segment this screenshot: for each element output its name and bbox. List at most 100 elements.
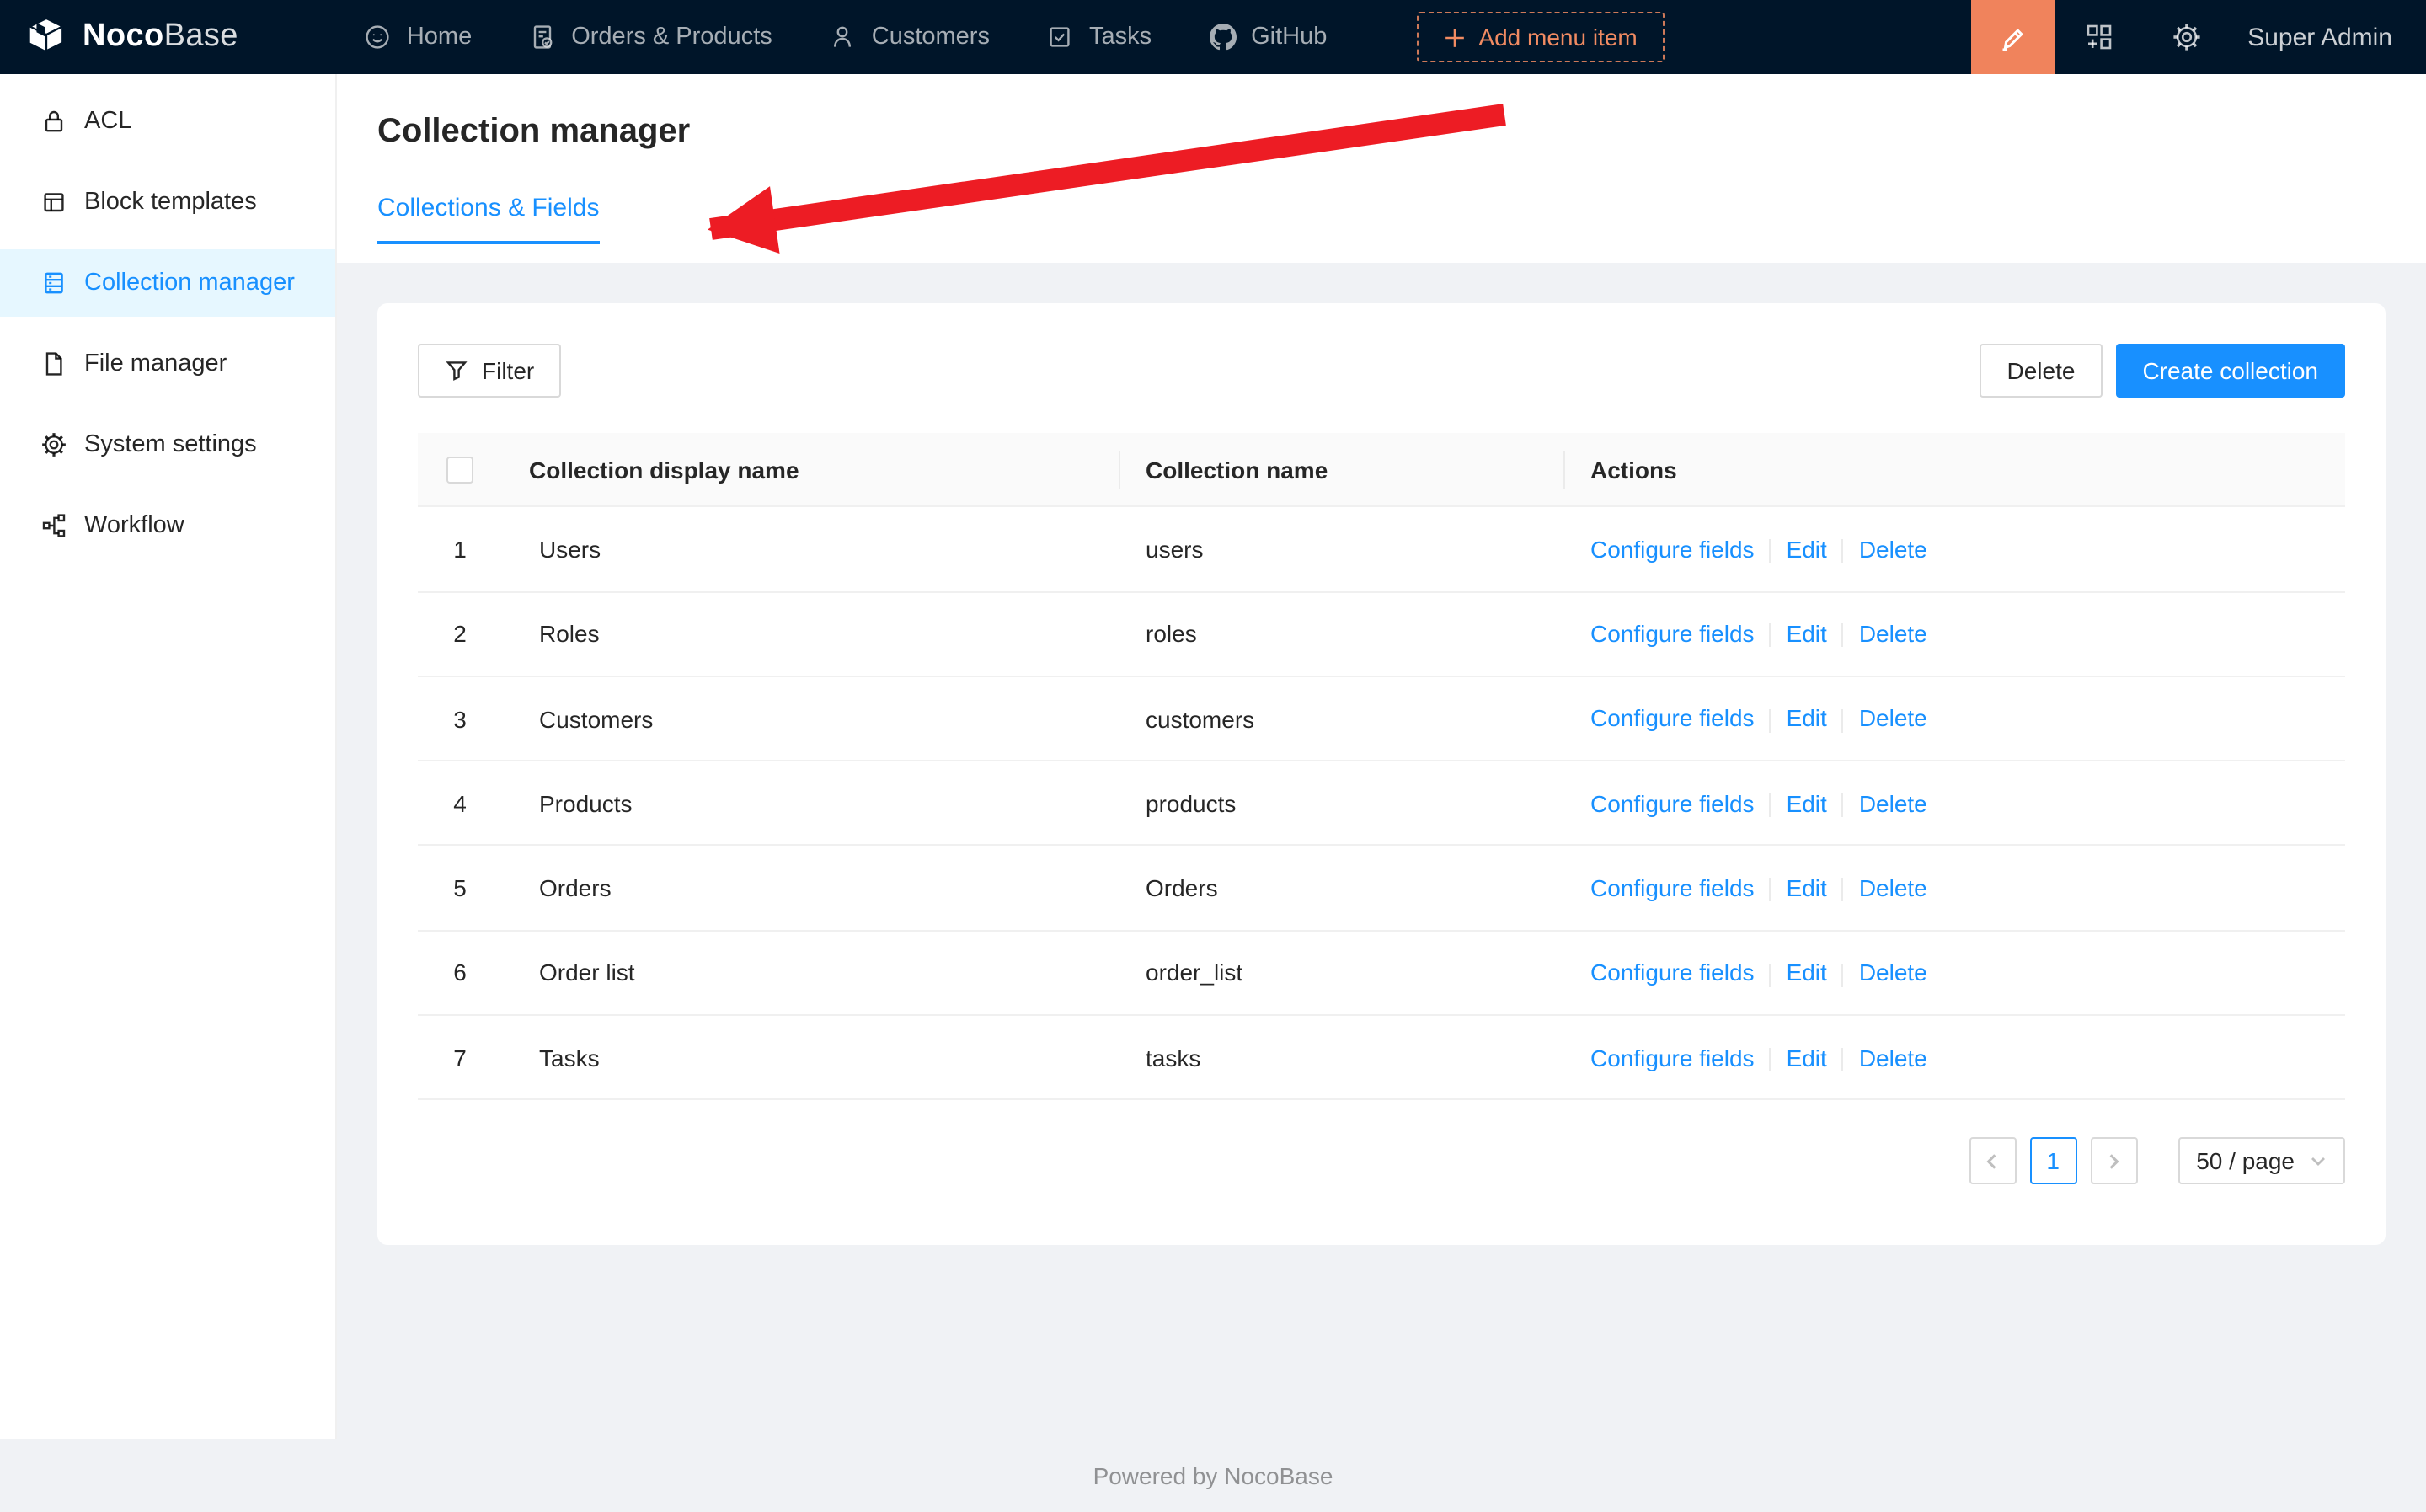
tabs-bar: Collections & Fields — [377, 194, 2386, 244]
action-divider — [1842, 793, 1844, 817]
row-collection-name: Orders — [1119, 846, 1563, 931]
delete-link[interactable]: Delete — [1859, 959, 1927, 986]
configure-fields-link[interactable]: Configure fields — [1590, 705, 1755, 732]
add-menu-item-label: Add menu item — [1478, 24, 1637, 51]
page-size-select[interactable]: 50 / page — [2178, 1138, 2345, 1185]
filter-icon — [445, 359, 468, 382]
nav-item-home[interactable]: Home — [336, 0, 500, 74]
header-collection-name: Collection name — [1119, 433, 1563, 507]
action-divider — [1770, 708, 1771, 732]
sidebar: ACL Block templates C — [0, 74, 337, 1439]
edit-link[interactable]: Edit — [1787, 620, 1827, 647]
edit-link[interactable]: Edit — [1787, 959, 1827, 986]
gear-icon — [40, 431, 67, 458]
row-actions: Configure fields Edit Delete — [1563, 846, 2345, 931]
table-row: 6 Order list order_list Configure fields… — [418, 931, 2345, 1016]
content-pad: Filter Delete Create collection Coll — [337, 263, 2426, 1286]
sidebar-item-system-settings[interactable]: System settings — [0, 411, 335, 478]
configure-fields-link[interactable]: Configure fields — [1590, 959, 1755, 986]
delete-link[interactable]: Delete — [1859, 1044, 1927, 1071]
configure-fields-link[interactable]: Configure fields — [1590, 1044, 1755, 1071]
user-menu[interactable]: Super Admin — [2231, 0, 2426, 74]
edit-link[interactable]: Edit — [1787, 536, 1827, 563]
action-divider — [1842, 1048, 1844, 1071]
pagination-next-button[interactable] — [2090, 1138, 2137, 1185]
edit-link[interactable]: Edit — [1787, 874, 1827, 901]
sidebar-item-collection-manager[interactable]: Collection manager — [0, 249, 335, 317]
configure-fields-link[interactable]: Configure fields — [1590, 874, 1755, 901]
nav-item-orders-products[interactable]: Orders & Products — [500, 0, 801, 74]
delete-link[interactable]: Delete — [1859, 620, 1927, 647]
filter-button[interactable]: Filter — [418, 344, 561, 398]
page-title: Collection manager — [377, 108, 2386, 155]
top-navbar: NocoBase Home Ord — [0, 0, 2426, 74]
action-divider — [1842, 879, 1844, 902]
sidebar-item-label: Collection manager — [84, 270, 295, 297]
edit-link[interactable]: Edit — [1787, 1044, 1827, 1071]
row-display-name: Customers — [502, 676, 1119, 761]
highlighter-icon — [1997, 21, 2029, 53]
row-index: 5 — [418, 846, 502, 931]
collections-card: Filter Delete Create collection Coll — [377, 303, 2386, 1246]
navbar-right: Super Admin — [1971, 0, 2426, 74]
pagination-page-1[interactable]: 1 — [2029, 1138, 2076, 1185]
table-header-row: Collection display name Collection name … — [418, 433, 2345, 507]
delete-link[interactable]: Delete — [1859, 874, 1927, 901]
check-square-icon — [1047, 24, 1074, 51]
header-actions: Actions — [1563, 433, 2345, 507]
nav-item-tasks[interactable]: Tasks — [1018, 0, 1180, 74]
sidebar-item-workflow[interactable]: Workflow — [0, 492, 335, 559]
row-display-name: Tasks — [502, 1015, 1119, 1100]
gear-icon — [2172, 22, 2202, 52]
sidebar-item-acl[interactable]: ACL — [0, 88, 335, 155]
edit-link[interactable]: Edit — [1787, 789, 1827, 816]
edit-link[interactable]: Edit — [1787, 705, 1827, 732]
delete-link[interactable]: Delete — [1859, 536, 1927, 563]
configure-fields-link[interactable]: Configure fields — [1590, 620, 1755, 647]
nav-item-github[interactable]: GitHub — [1180, 0, 1355, 74]
delete-link[interactable]: Delete — [1859, 705, 1927, 732]
table-row: 2 Roles roles Configure fieldsEditDelete — [418, 591, 2345, 676]
footer-text: Powered by NocoBase — [1093, 1462, 1333, 1489]
create-collection-button[interactable]: Create collection — [2115, 344, 2345, 398]
sidebar-item-file-manager[interactable]: File manager — [0, 330, 335, 398]
tab-collections-and-fields[interactable]: Collections & Fields — [377, 194, 599, 244]
delete-button[interactable]: Delete — [1980, 344, 2103, 398]
sidebar-item-block-templates[interactable]: Block templates — [0, 168, 335, 236]
action-divider — [1770, 624, 1771, 648]
sidebar-item-label: System settings — [84, 431, 257, 458]
delete-link[interactable]: Delete — [1859, 789, 1927, 816]
row-actions: Configure fields Edit Delete — [1563, 591, 2345, 676]
row-index: 3 — [418, 676, 502, 761]
select-all-checkbox[interactable] — [446, 457, 473, 484]
orders-doc-icon — [529, 24, 556, 51]
pagination-prev-button[interactable] — [1969, 1138, 2016, 1185]
row-index: 1 — [418, 507, 502, 592]
main-row: ACL Block templates C — [0, 74, 2426, 1439]
smiley-icon — [365, 24, 392, 51]
row-index: 4 — [418, 761, 502, 846]
plugin-manager-button[interactable] — [2055, 0, 2143, 74]
plus-icon — [1443, 26, 1465, 48]
file-icon — [40, 350, 67, 377]
settings-button[interactable] — [2143, 0, 2231, 74]
content-area: Collection manager Collections & Fields … — [337, 74, 2426, 1439]
nocobase-logo[interactable]: NocoBase — [0, 0, 238, 74]
row-collection-name: users — [1119, 507, 1563, 592]
nav-item-label: Orders & Products — [571, 24, 772, 51]
lock-icon — [40, 108, 67, 135]
nav-item-customers[interactable]: Customers — [801, 0, 1018, 74]
footer: Powered by NocoBase — [0, 1439, 2426, 1512]
table-row: 5 Orders Orders Configure fieldsEditDele… — [418, 846, 2345, 931]
create-collection-button-label: Create collection — [2142, 357, 2318, 384]
top-menu: Home Orders & Products Customers — [336, 0, 1356, 74]
configure-fields-link[interactable]: Configure fields — [1590, 789, 1755, 816]
ui-editor-button[interactable] — [1971, 0, 2055, 74]
configure-fields-link[interactable]: Configure fields — [1590, 536, 1755, 563]
table-row: 7 Tasks tasks Configure fieldsEditDelete — [418, 1015, 2345, 1100]
header-display-name: Collection display name — [502, 433, 1119, 507]
layout-icon — [40, 189, 67, 216]
row-collection-name: products — [1119, 761, 1563, 846]
add-menu-item-button[interactable]: Add menu item — [1416, 12, 1664, 62]
filter-button-label: Filter — [482, 357, 534, 384]
